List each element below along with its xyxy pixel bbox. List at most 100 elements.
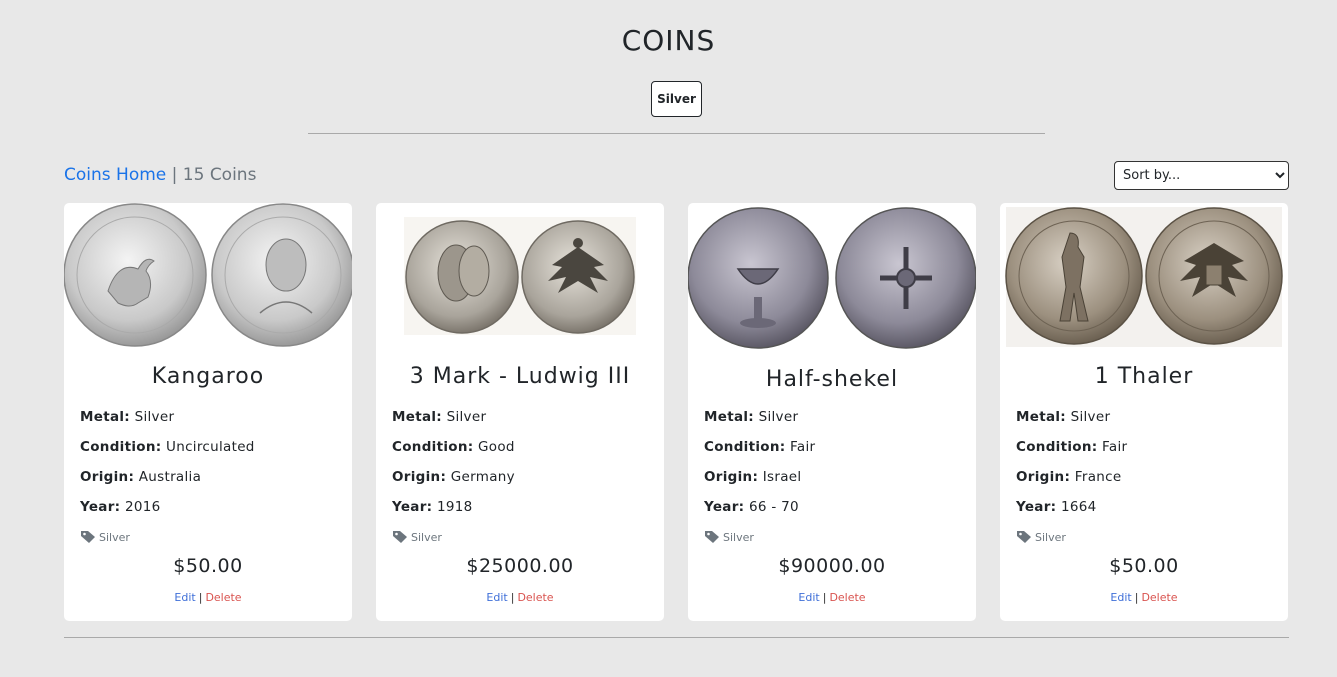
year-field: Year: 66 - 70 [704,499,799,515]
origin-label: Origin: [392,469,447,485]
breadcrumb: Coins Home | 15 Coins [64,165,256,185]
condition-value: Fair [1102,439,1128,455]
sort-select[interactable]: Sort by... [1114,161,1289,190]
year-label: Year: [704,499,745,515]
coins-home-link[interactable]: Coins Home [64,165,166,185]
delete-link[interactable]: Delete [205,591,241,604]
metal-value: Silver [1070,409,1111,425]
tag-icon [1017,531,1031,543]
year-label: Year: [80,499,121,515]
top-divider [308,133,1045,134]
condition-value: Uncirculated [166,439,255,455]
coin-name: Half-shekel [765,367,899,392]
year-field: Year: 2016 [80,499,161,515]
edit-link[interactable]: Edit [798,591,819,604]
coin-card: Half-shekel Metal: Silver Condition: Fai… [688,203,976,621]
tag: Silver [392,530,442,544]
condition-label: Condition: [392,439,474,455]
origin-value: Israel [762,469,802,485]
metal-value: Silver [446,409,487,425]
coin-card-list: Kangaroo Metal: Silver Condition: Uncirc… [64,203,1288,621]
card-actions: Edit | Delete [688,591,976,604]
year-value: 1664 [1060,499,1097,515]
action-divider: | [198,591,203,604]
year-field: Year: 1664 [1016,499,1097,515]
metal-field: Metal: Silver [392,409,486,425]
silver-kangaroo-coin-image [64,203,352,347]
coin-name: 3 Mark - Ludwig III [409,364,631,389]
coin-count: 15 Coins [182,165,257,185]
tag-icon [81,531,95,543]
condition-field: Condition: Fair [704,439,815,455]
metal-field: Metal: Silver [704,409,798,425]
condition-value: Fair [790,439,816,455]
coin-price: $90000.00 [778,555,886,577]
half-shekel-coin-image [688,207,976,349]
year-value: 2016 [124,499,161,515]
origin-value: Germany [450,469,515,485]
tag-icon [705,531,719,543]
year-label: Year: [1016,499,1057,515]
card-actions: Edit | Delete [1000,591,1288,604]
metal-label: Metal: [1016,409,1066,425]
card-actions: Edit | Delete [376,591,664,604]
coin-price: $50.00 [173,555,243,577]
thaler-coin-image [1005,207,1283,347]
year-label: Year: [392,499,433,515]
page-title: COINS [621,24,716,57]
page: COINS Silver Coins Home | 15 Coins Sort … [0,0,1337,677]
coin-card: Kangaroo Metal: Silver Condition: Uncirc… [64,203,352,621]
condition-field: Condition: Fair [1016,439,1127,455]
delete-link[interactable]: Delete [829,591,865,604]
origin-value: Australia [138,469,202,485]
tag: Silver [80,530,130,544]
tag-label: Silver [1035,530,1066,544]
tag-label: Silver [99,530,130,544]
condition-value: Good [478,439,515,455]
delete-link[interactable]: Delete [1141,591,1177,604]
coin-card: 3 Mark - Ludwig III Metal: Silver Condit… [376,203,664,621]
condition-label: Condition: [80,439,162,455]
edit-link[interactable]: Edit [174,591,195,604]
tag-label: Silver [411,530,442,544]
metal-value: Silver [134,409,175,425]
origin-field: Origin: Germany [392,469,515,485]
tag-label: Silver [723,530,754,544]
metal-label: Metal: [392,409,442,425]
year-value: 66 - 70 [748,499,799,515]
edit-link[interactable]: Edit [486,591,507,604]
metal-label: Metal: [704,409,754,425]
ludwig-3-mark-coin-image [404,217,636,335]
edit-link[interactable]: Edit [1110,591,1131,604]
coin-card: 1 Thaler Metal: Silver Condition: Fair O… [1000,203,1288,621]
tag: Silver [704,530,754,544]
filter-badge-silver[interactable]: Silver [651,81,702,117]
origin-field: Origin: France [1016,469,1121,485]
origin-label: Origin: [1016,469,1071,485]
delete-link[interactable]: Delete [517,591,553,604]
bottom-divider [64,637,1289,638]
coin-name: 1 Thaler [1094,364,1194,389]
condition-label: Condition: [704,439,786,455]
tag-icon [393,531,407,543]
action-divider: | [822,591,827,604]
condition-field: Condition: Uncirculated [80,439,255,455]
origin-label: Origin: [704,469,759,485]
coin-name: Kangaroo [151,364,265,389]
year-value: 1918 [436,499,473,515]
card-actions: Edit | Delete [64,591,352,604]
condition-field: Condition: Good [392,439,515,455]
origin-value: France [1074,469,1122,485]
tag: Silver [1016,530,1066,544]
coin-price: $25000.00 [466,555,574,577]
origin-field: Origin: Australia [80,469,201,485]
action-divider: | [510,591,515,604]
origin-label: Origin: [80,469,135,485]
year-field: Year: 1918 [392,499,473,515]
coin-price: $50.00 [1109,555,1179,577]
origin-field: Origin: Israel [704,469,801,485]
breadcrumb-separator: | [171,165,178,185]
metal-field: Metal: Silver [80,409,174,425]
condition-label: Condition: [1016,439,1098,455]
action-divider: | [1134,591,1139,604]
